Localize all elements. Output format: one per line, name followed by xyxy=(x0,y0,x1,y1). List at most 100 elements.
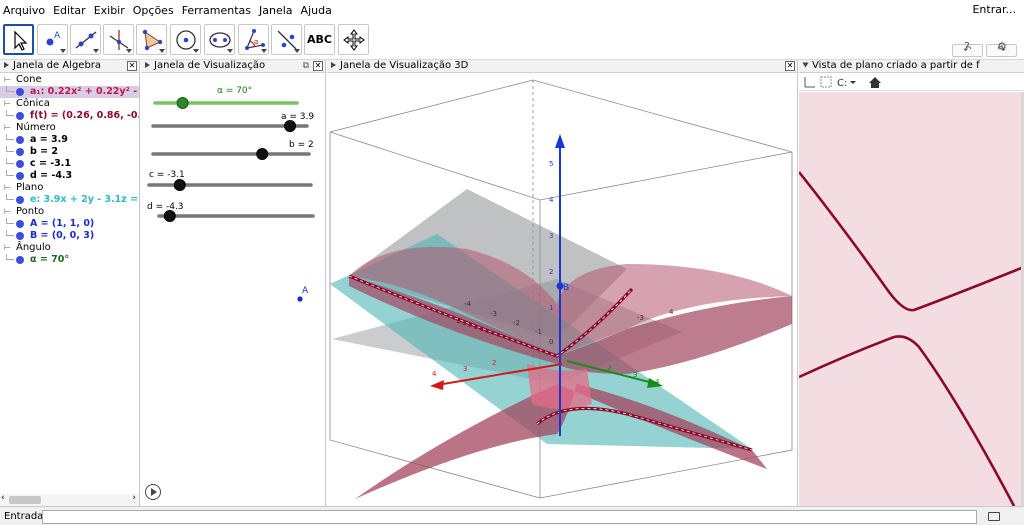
algebra-item-text: d = -4.3 xyxy=(30,170,73,181)
menu-arquivo[interactable]: Arquivo xyxy=(1,4,47,17)
undock-icon[interactable]: ⧉ xyxy=(303,60,309,72)
plane-view-title: Vista de plano criado a partir de f xyxy=(812,60,980,71)
polygon-tool-button[interactable] xyxy=(136,24,167,55)
visibility-toggle-icon[interactable] xyxy=(16,256,24,264)
close-icon[interactable]: ✕ xyxy=(785,61,795,71)
visibility-toggle-icon[interactable] xyxy=(16,196,24,204)
reflect-tool-button[interactable] xyxy=(271,24,302,55)
algebra-group-label: Cônica xyxy=(16,98,50,109)
tree-connector xyxy=(6,218,14,224)
close-icon[interactable]: ✕ xyxy=(127,61,137,71)
graphics-canvas[interactable] xyxy=(141,74,325,506)
tree-connector xyxy=(6,110,14,116)
horizontal-scrollbar[interactable]: ‹ › xyxy=(0,493,139,506)
point-capture-icon[interactable]: C: xyxy=(837,78,856,89)
help-icon[interactable]: ? xyxy=(964,40,970,53)
back-tick-4: 4 xyxy=(669,308,674,316)
collapse-triangle-icon[interactable] xyxy=(331,62,336,68)
algebra-item[interactable]: d = -4.3 xyxy=(0,170,139,182)
slider-knob[interactable] xyxy=(163,210,176,222)
settings-gear-icon[interactable]: ⚙ xyxy=(997,40,1007,53)
sign-in-link[interactable]: Entrar... xyxy=(972,3,1016,16)
tree-toggle-icon[interactable]: ⊢ xyxy=(4,182,11,194)
input-field[interactable] xyxy=(42,510,977,524)
circle-tool-button[interactable] xyxy=(170,24,201,55)
text-tool-button[interactable]: ABC xyxy=(304,24,335,55)
algebra-group[interactable]: ⊢ Plano xyxy=(0,182,139,194)
algebra-item[interactable]: a₁: 0.22x² + 0.22y² - 5.99z xyxy=(0,86,139,98)
point-a-marker[interactable] xyxy=(297,296,303,302)
algebra-item-text: α = 70° xyxy=(30,254,70,265)
slider-knob[interactable] xyxy=(173,179,186,191)
text-tool-label: ABC xyxy=(307,33,332,46)
algebra-item[interactable]: B = (0, 0, 3) xyxy=(0,230,139,242)
tree-connector xyxy=(6,158,14,164)
algebra-item[interactable]: f(t) = (0.26, 0.86, -0.51) + ( xyxy=(0,110,139,122)
plane-view-canvas[interactable] xyxy=(799,92,1024,506)
scroll-left-icon[interactable]: ‹ xyxy=(1,493,5,503)
visibility-toggle-icon[interactable] xyxy=(16,172,24,180)
keyboard-icon[interactable] xyxy=(988,512,1000,521)
scroll-thumb[interactable] xyxy=(9,496,41,504)
visibility-toggle-icon[interactable] xyxy=(16,136,24,144)
input-label: Entrada: xyxy=(4,511,47,522)
tree-toggle-icon[interactable]: ⊢ xyxy=(4,122,11,134)
home-icon[interactable] xyxy=(869,77,881,88)
slider-knob[interactable] xyxy=(176,97,189,109)
slider-knob[interactable] xyxy=(256,148,269,160)
tree-toggle-icon[interactable]: ⊢ xyxy=(4,98,11,110)
collapse-triangle-icon[interactable] xyxy=(802,62,809,68)
algebra-item-text: e: 3.9x + 2y - 3.1z = 4.3 xyxy=(30,194,139,205)
algebra-item[interactable]: a = 3.9 xyxy=(0,134,139,146)
algebra-group[interactable]: ⊢ Cone xyxy=(0,74,139,86)
conic-tool-button[interactable] xyxy=(204,24,235,55)
perpendicular-tool-button[interactable] xyxy=(103,24,134,55)
algebra-group[interactable]: ⊢ Número xyxy=(0,122,139,134)
move-view-tool-button[interactable] xyxy=(338,24,369,55)
algebra-view-header[interactable]: Janela de Álgebra ✕ xyxy=(0,60,139,73)
plane-view-header[interactable]: Vista de plano criado a partir de f xyxy=(799,60,1024,73)
axes-toggle-icon[interactable] xyxy=(804,77,815,88)
point-tool-button[interactable]: A xyxy=(37,24,68,55)
graphics-3d-view: Janela de Visualização 3D ✕ B 5 4 3 2 1 … xyxy=(327,60,798,506)
back-tick-2: -2 xyxy=(513,319,520,327)
menu-opcoes[interactable]: Opções xyxy=(131,4,176,17)
visibility-toggle-icon[interactable] xyxy=(16,112,24,120)
graphics-view-header[interactable]: Janela de Visualização ⧉ ✕ xyxy=(141,60,325,73)
visibility-toggle-icon[interactable] xyxy=(16,220,24,228)
grid-toggle-icon[interactable] xyxy=(820,76,832,88)
menu-ferramentas[interactable]: Ferramentas xyxy=(180,4,253,17)
algebra-group[interactable]: ⊢ Ponto xyxy=(0,206,139,218)
scroll-right-icon[interactable]: › xyxy=(132,493,136,503)
menu-exibir[interactable]: Exibir xyxy=(92,4,127,17)
collapse-triangle-icon[interactable] xyxy=(4,62,9,68)
line-tool-button[interactable] xyxy=(70,24,101,55)
collapse-triangle-icon[interactable] xyxy=(145,62,150,68)
algebra-item[interactable]: α = 70° xyxy=(0,254,139,266)
visibility-toggle-icon[interactable] xyxy=(16,148,24,156)
algebra-group[interactable]: ⊢ Cônica xyxy=(0,98,139,110)
toolbar: A α ABC ↶ ↷ xyxy=(0,20,1024,60)
angle-tool-button[interactable]: α xyxy=(238,24,269,55)
algebra-item[interactable]: A = (1, 1, 0) xyxy=(0,218,139,230)
menu-editar[interactable]: Editar xyxy=(51,4,88,17)
algebra-group[interactable]: ⊢ Ângulo xyxy=(0,242,139,254)
visibility-toggle-icon[interactable] xyxy=(16,88,24,96)
play-animation-button[interactable] xyxy=(145,484,161,500)
algebra-item[interactable]: b = 2 xyxy=(0,146,139,158)
tree-toggle-icon[interactable]: ⊢ xyxy=(4,242,11,254)
algebra-item[interactable]: e: 3.9x + 2y - 3.1z = 4.3 xyxy=(0,194,139,206)
menu-ajuda[interactable]: Ajuda xyxy=(299,4,334,17)
move-tool-button[interactable] xyxy=(3,24,34,55)
visibility-toggle-icon[interactable] xyxy=(16,232,24,240)
menu-janela[interactable]: Janela xyxy=(257,4,295,17)
close-icon[interactable]: ✕ xyxy=(313,61,323,71)
slider-knob[interactable] xyxy=(284,120,297,132)
visibility-toggle-icon[interactable] xyxy=(16,160,24,168)
tree-toggle-icon[interactable]: ⊢ xyxy=(4,74,11,86)
graphics-3d-canvas[interactable]: B 5 4 3 2 1 4 3 2 2 3 4 -4 -3 -2 -1 4 -3… xyxy=(327,74,797,506)
algebra-item[interactable]: c = -3.1 xyxy=(0,158,139,170)
tree-toggle-icon[interactable]: ⊢ xyxy=(4,206,11,218)
z-tick-4: 4 xyxy=(549,196,554,204)
graphics-3d-view-header[interactable]: Janela de Visualização 3D ✕ xyxy=(327,60,797,73)
